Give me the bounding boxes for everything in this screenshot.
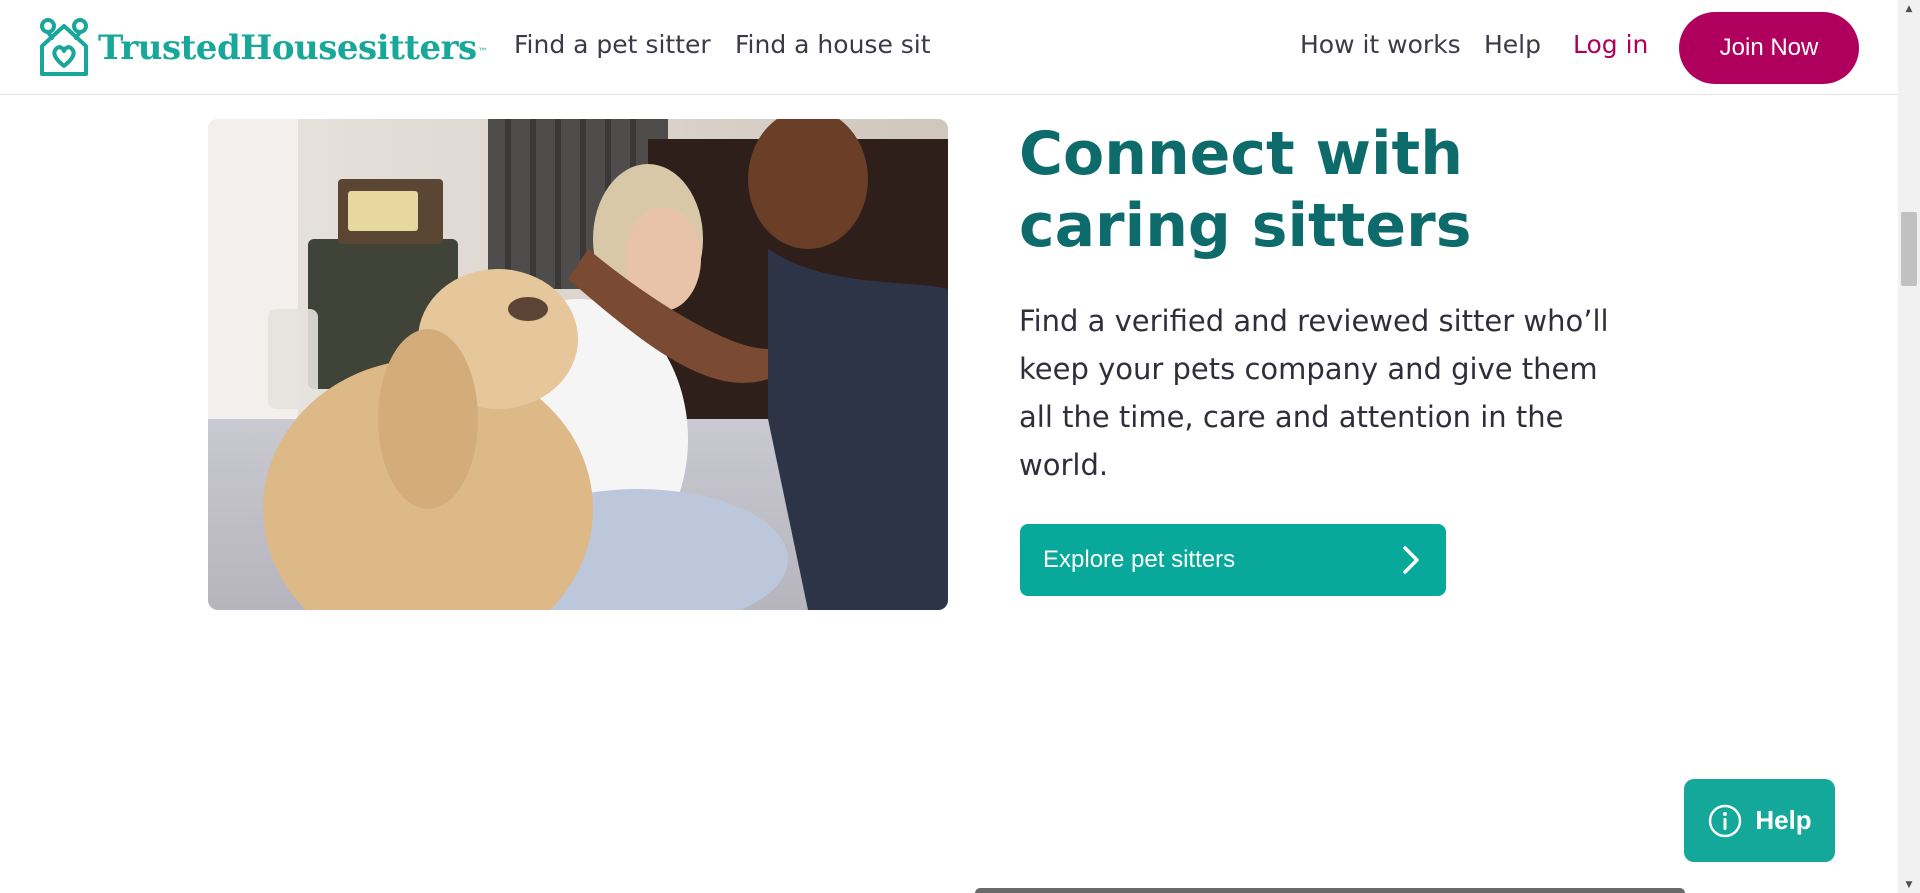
- logo-trademark: ™: [477, 46, 488, 58]
- nav-help[interactable]: Help: [1484, 30, 1541, 59]
- page-scrollbar[interactable]: ▲ ▼: [1898, 0, 1920, 893]
- next-section-image-edge: [975, 888, 1685, 893]
- help-widget-label: Help: [1755, 805, 1812, 835]
- info-circle-icon: [1709, 804, 1742, 837]
- explore-pet-sitters-button[interactable]: Explore pet sitters: [1020, 524, 1446, 596]
- nav-find-house-sit[interactable]: Find a house sit: [735, 30, 931, 59]
- site-header: TrustedHousesitters ™ Find a pet sitter …: [0, 0, 1898, 95]
- scroll-up-arrow-icon[interactable]: ▲: [1898, 0, 1920, 17]
- nav-find-pet-sitter[interactable]: Find a pet sitter: [514, 30, 711, 59]
- join-now-button[interactable]: Join Now: [1679, 12, 1859, 84]
- scroll-thumb[interactable]: [1901, 212, 1917, 286]
- house-heart-icon: [40, 18, 88, 76]
- scroll-down-arrow-icon[interactable]: ▼: [1898, 876, 1920, 893]
- logo-text: TrustedHousesitters: [98, 28, 477, 68]
- nav-how-it-works[interactable]: How it works: [1300, 30, 1461, 59]
- help-widget-button[interactable]: Help: [1684, 779, 1835, 862]
- explore-button-label: Explore pet sitters: [1043, 546, 1236, 573]
- section-headline: Connect with caring sitters: [1019, 119, 1472, 261]
- section-description: Find a verified and reviewed sitter who’…: [1019, 304, 1609, 482]
- logo[interactable]: TrustedHousesitters ™: [34, 16, 488, 80]
- chevron-right-icon: [1403, 546, 1419, 574]
- photo-people-with-dog: [208, 119, 948, 610]
- nav-log-in[interactable]: Log in: [1573, 30, 1648, 59]
- hero-photo: [208, 119, 948, 610]
